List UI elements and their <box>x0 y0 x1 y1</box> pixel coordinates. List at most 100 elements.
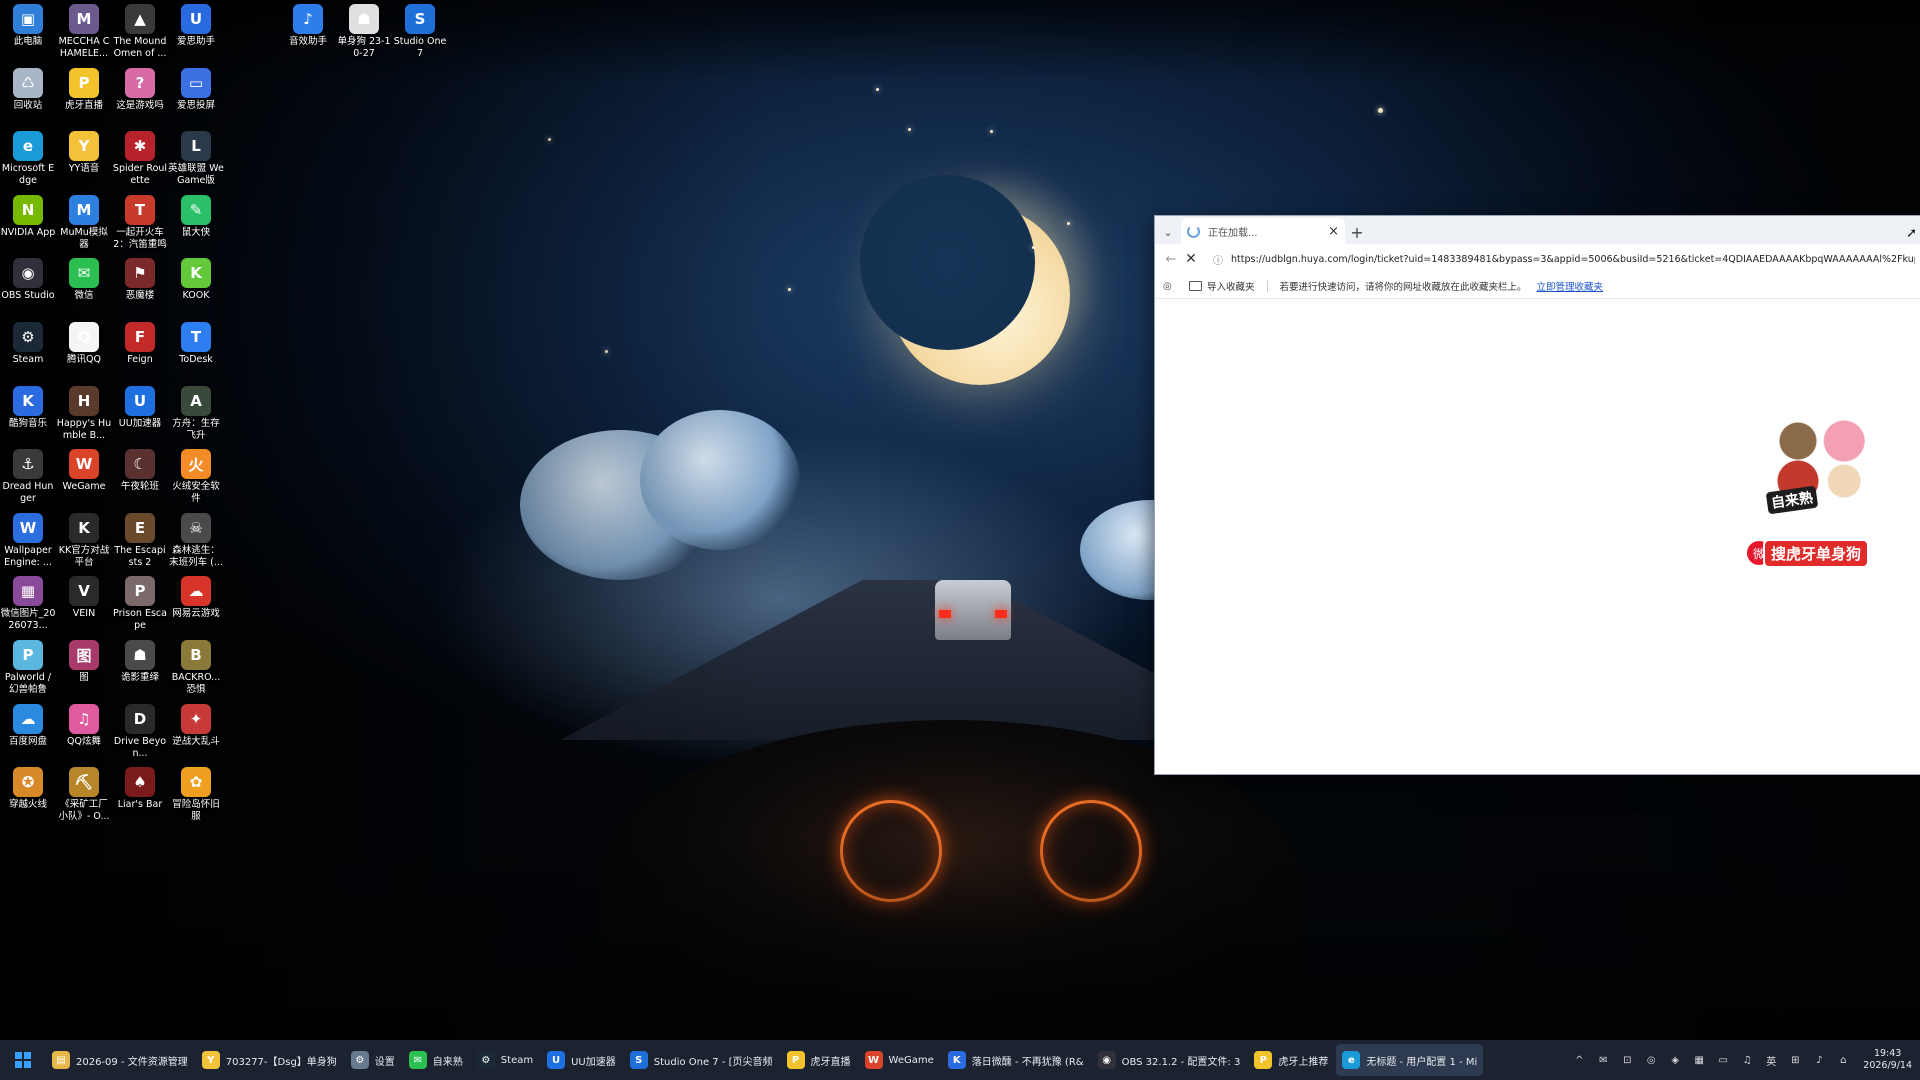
desktop-icon[interactable]: U 爱思助手 <box>168 4 224 48</box>
desktop-icon[interactable]: Q 腾讯QQ <box>56 322 112 366</box>
desktop-icon[interactable]: ▲ The Mound Omen of ... <box>112 4 168 60</box>
tray-icon[interactable]: ^ <box>1571 1053 1587 1067</box>
desktop-icon[interactable]: P 虎牙直播 <box>56 67 112 112</box>
desktop-icon[interactable]: ? 这是游戏吗 <box>112 67 168 112</box>
desktop-icon[interactable]: ♠ Liar's Bar <box>112 767 168 811</box>
desktop-icon[interactable]: W Wallpaper Engine: ... <box>0 512 56 569</box>
desktop-icon[interactable]: U UU加速器 <box>112 385 168 430</box>
browser-window[interactable]: ⌄ 正在加载... × + ➚ ← ✕ ⓘ https://udblgn.huy… <box>1154 215 1920 775</box>
desktop-icon[interactable]: D Drive Beyon... <box>112 703 168 760</box>
desktop-icon[interactable]: ✉ 微信 <box>56 258 112 302</box>
site-info-icon[interactable]: ⓘ <box>1209 252 1227 267</box>
tray-icon[interactable]: ⌂ <box>1835 1053 1851 1067</box>
desktop-icon[interactable]: 图图 <box>56 640 112 684</box>
taskbar-app-button[interactable]: P 虎牙上推荐 <box>1248 1044 1334 1076</box>
desktop-icon[interactable]: ▭ 爱思投屏 <box>168 67 224 112</box>
desktop-icon[interactable]: A 方舟：生存飞升 <box>168 385 224 442</box>
taskbar-app-button[interactable]: ⚙ 设置 <box>345 1044 401 1076</box>
taskbar-app-label: 虎牙直播 <box>810 1056 851 1068</box>
desktop-icon[interactable]: ⚑ 恶魔楼 <box>112 258 168 302</box>
tray-icon[interactable]: ⊞ <box>1787 1053 1803 1067</box>
desktop-icon[interactable]: ☠ 森林逃生：末班列车 (... <box>168 512 224 569</box>
desktop-icon[interactable]: V VEIN <box>56 576 112 620</box>
taskbar-app-button[interactable]: e 无标题 - 用户配置 1 - Mi <box>1336 1044 1484 1076</box>
desktop-icon[interactable]: ✱ Spider Roulette <box>112 131 168 187</box>
desktop-icon[interactable]: ⚙ Steam <box>0 322 56 366</box>
start-button[interactable] <box>0 1052 46 1068</box>
desktop-icon[interactable]: T ToDesk <box>168 322 224 366</box>
tray-icon[interactable]: ▦ <box>1691 1053 1707 1067</box>
manage-favorites-link[interactable]: 立即管理收藏夹 <box>1537 279 1604 293</box>
desktop-icon[interactable]: Y YY语音 <box>56 131 112 175</box>
desktop-icon[interactable]: M MECCHA CHAMELE... <box>56 4 112 60</box>
desktop-icon[interactable]: M MuMu模拟器 <box>56 194 112 251</box>
import-favorites-button[interactable]: 导入收藏夹 <box>1189 279 1255 293</box>
desktop-icon-label: 酷狗音乐 <box>8 417 47 429</box>
desktop-icon[interactable]: K KK官方对战平台 <box>56 512 112 569</box>
desktop-icon[interactable]: ⛏ 《采矿工厂小队》- O... <box>56 767 112 823</box>
desktop-icon[interactable]: W WeGame <box>56 449 112 493</box>
desktop-icon[interactable]: B BACKRO... 恐惧 <box>168 640 224 696</box>
desktop-icon[interactable]: ◉ OBS Studio <box>0 258 56 302</box>
desktop-icon[interactable]: K 酷狗音乐 <box>0 385 56 430</box>
immersive-reader-icon[interactable]: ◎ <box>1163 281 1181 292</box>
desktop-icon[interactable]: ▦ 微信图片_2026073... <box>0 576 56 632</box>
back-arrow-icon[interactable]: ← <box>1161 252 1181 267</box>
tray-icon[interactable]: ⊡ <box>1619 1053 1635 1067</box>
clock[interactable]: 19:43 2026/9/14 <box>1863 1048 1912 1072</box>
tab-list-button[interactable]: ⌄ <box>1155 220 1181 244</box>
taskbar-app-button[interactable]: K 落日微醺 - 不再犹豫 (R& <box>942 1044 1090 1076</box>
desktop-icon[interactable]: ♫ QQ炫舞 <box>56 703 112 748</box>
tray-icon[interactable]: ✉ <box>1595 1053 1611 1067</box>
desktop-icon[interactable]: ♺ 回收站 <box>0 67 56 112</box>
desktop-icon[interactable]: ✪ 穿越火线 <box>0 767 56 811</box>
app-icon: W <box>69 449 99 480</box>
taskbar-app-button[interactable]: ⚙ Steam <box>471 1044 539 1076</box>
desktop-icon[interactable]: ⚓ Dread Hunger <box>0 449 56 505</box>
desktop-icon[interactable]: ♪ 音效助手 <box>280 4 336 48</box>
desktop-icon[interactable]: L 英雄联盟 WeGame版 <box>168 131 224 187</box>
desktop-icon[interactable]: P Prison Escape <box>112 576 168 632</box>
taskbar-app-button[interactable]: P 虎牙直播 <box>781 1044 857 1076</box>
desktop-icon[interactable]: H Happy's Humble B... <box>56 385 112 442</box>
tray-icon[interactable]: ♫ <box>1739 1053 1755 1067</box>
address-bar-url[interactable]: https://udblgn.huya.com/login/ticket?uid… <box>1231 254 1915 265</box>
desktop-icon[interactable]: K KOOK <box>168 258 224 302</box>
desktop-icon[interactable]: S Studio One 7 <box>392 4 448 60</box>
taskbar-app-label: 703277-【Dsg】单身狗 <box>225 1056 337 1068</box>
desktop-icon[interactable]: ✎ 鼠大侠 <box>168 194 224 239</box>
tab-close-icon[interactable]: × <box>1328 224 1339 239</box>
new-tab-button[interactable]: + <box>1345 220 1369 244</box>
taskbar-app-button[interactable]: ◉ OBS 32.1.2 - 配置文件: 3 <box>1092 1044 1247 1076</box>
desktop-icon[interactable]: ☁ 百度网盘 <box>0 703 56 748</box>
tray-icon[interactable]: ◈ <box>1667 1053 1683 1067</box>
taskbar-app-button[interactable]: ▤ 2026-09 - 文件资源管理 <box>46 1044 194 1076</box>
desktop-icon[interactable]: T 一起开火车2：汽笛重鸣 <box>112 194 168 251</box>
taskbar-app-button[interactable]: W WeGame <box>859 1044 940 1076</box>
taskbar-app-button[interactable]: ✉ 自来熟 <box>403 1044 469 1076</box>
taskbar-app-button[interactable]: U UU加速器 <box>541 1044 622 1076</box>
desktop-icon[interactable]: 火火绒安全软件 <box>168 449 224 505</box>
desktop-icon[interactable]: ✦ 逆战大乱斗 <box>168 703 224 748</box>
desktop-icon[interactable]: e Microsoft Edge <box>0 131 56 187</box>
app-icon: T <box>125 194 155 225</box>
desktop-icon[interactable]: ☗ 单身狗 23-10-27 <box>336 4 392 60</box>
browser-tab-active[interactable]: 正在加载... × <box>1181 218 1345 244</box>
desktop-icon[interactable]: ✿ 冒险岛怀旧服 <box>168 767 224 823</box>
desktop-icon[interactable]: N NVIDIA App <box>0 194 56 239</box>
desktop-icon-label: WeGame <box>62 481 106 493</box>
desktop-icon[interactable]: ▣ 此电脑 <box>0 4 56 48</box>
tray-icon[interactable]: ◎ <box>1643 1053 1659 1067</box>
desktop-icon[interactable]: F Feign <box>112 322 168 366</box>
tray-icon[interactable]: ▭ <box>1715 1053 1731 1067</box>
desktop-icon[interactable]: P Palworld / 幻兽帕鲁 <box>0 640 56 696</box>
tray-icon[interactable]: ♪ <box>1811 1053 1827 1067</box>
desktop-icon[interactable]: ☁ 网易云游戏 <box>168 576 224 620</box>
desktop-icon[interactable]: ☗ 诡影重绎 <box>112 640 168 684</box>
stop-loading-icon[interactable]: ✕ <box>1181 251 1201 267</box>
taskbar-app-button[interactable]: Y 703277-【Dsg】单身狗 <box>196 1044 343 1076</box>
desktop-icon[interactable]: E The Escapists 2 <box>112 512 168 569</box>
desktop-icon[interactable]: ☾ 午夜轮班 <box>112 449 168 493</box>
taskbar-app-button[interactable]: S Studio One 7 - [页尖音频 <box>624 1044 779 1076</box>
tray-icon[interactable]: 英 <box>1763 1053 1779 1068</box>
